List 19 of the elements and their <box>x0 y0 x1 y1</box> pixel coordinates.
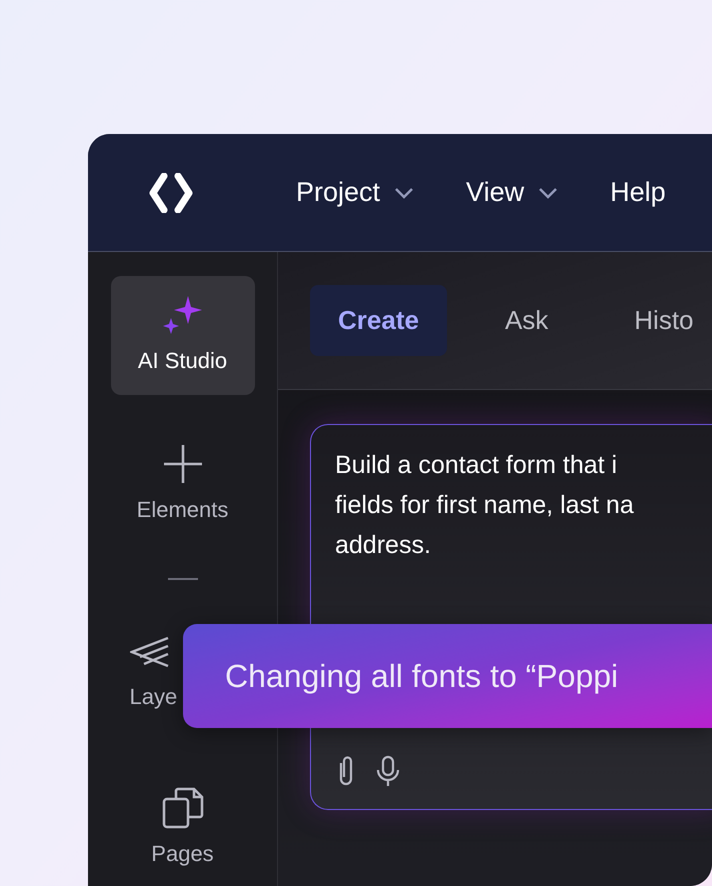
sidebar-item[interactable]: Pages <box>110 775 254 882</box>
prompt-text-line: fields for first name, last na <box>335 490 635 521</box>
chevron-down-icon <box>394 186 414 198</box>
tab[interactable]: Histo <box>606 285 712 356</box>
sidebar-item[interactable]: AI Studio <box>110 276 254 395</box>
sparkle-icon <box>162 294 204 336</box>
plus-icon <box>162 443 204 485</box>
menu-item[interactable]: Help <box>610 172 666 213</box>
chevron-down-icon <box>538 186 558 198</box>
prompt-text-line: Build a contact form that i <box>335 450 618 481</box>
sidebar-item[interactable]: Elements <box>110 431 254 538</box>
code-brackets-icon[interactable] <box>148 172 194 212</box>
menu-item[interactable]: View <box>466 172 558 213</box>
tab[interactable]: Create <box>310 285 447 356</box>
microphone-icon[interactable] <box>375 755 401 787</box>
prompt-text-line: address. <box>335 530 432 561</box>
tab[interactable]: Ask <box>476 285 576 356</box>
menu-item[interactable]: Project <box>296 172 414 213</box>
pages-icon <box>162 787 204 829</box>
